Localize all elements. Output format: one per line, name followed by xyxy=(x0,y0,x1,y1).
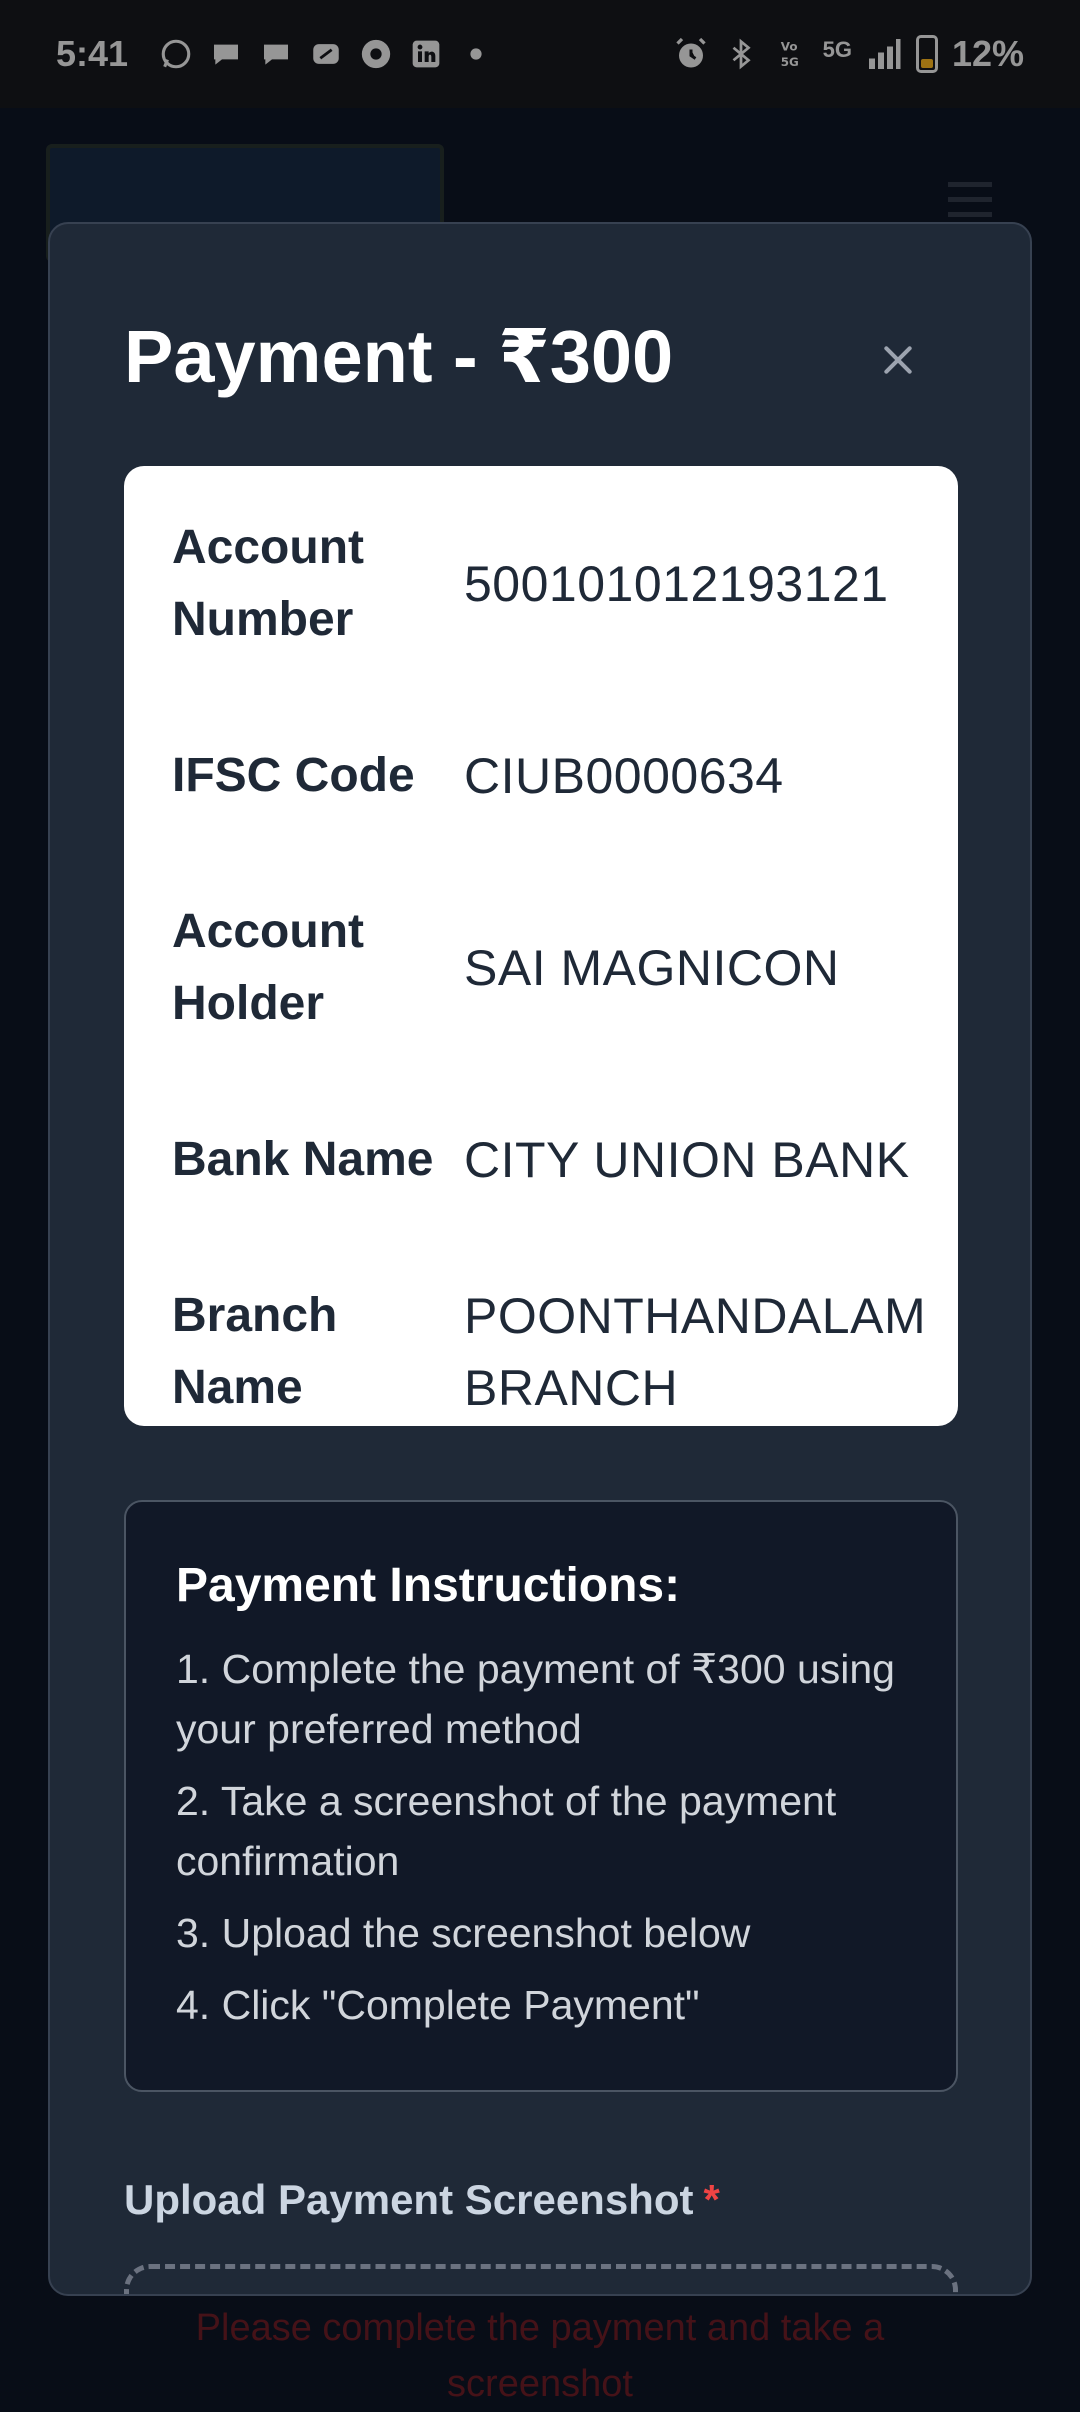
detail-value: CIUB0000634 xyxy=(464,748,784,804)
detail-value: 500101012193121 xyxy=(464,556,889,612)
instruction-item: 4. Click "Complete Payment" xyxy=(176,1982,700,2028)
detail-label: IFSC Code xyxy=(172,749,415,802)
upload-dropzone[interactable] xyxy=(124,2264,958,2294)
required-marker: * xyxy=(703,2176,720,2223)
detail-value: CITY UNION BANK xyxy=(464,1132,910,1188)
detail-row-ifsc-code: IFSC Code CIUB0000634 xyxy=(124,680,958,872)
instruction-item: 2. Take a screenshot of the payment conf… xyxy=(176,1778,837,1884)
close-button[interactable] xyxy=(870,332,926,388)
detail-label: Account Number xyxy=(172,521,364,646)
instructions-title: Payment Instructions: xyxy=(176,1559,681,1612)
detail-value: POONTHANDALAM BRANCH xyxy=(464,1288,927,1416)
instruction-item: 1. Complete the payment of ₹300 using yo… xyxy=(176,1646,895,1752)
detail-label: Bank Name xyxy=(172,1133,434,1186)
detail-label: Branch Name xyxy=(172,1289,338,1414)
detail-row-bank-name: Bank Name CITY UNION BANK xyxy=(124,1064,958,1256)
modal-title: Payment - ₹300 xyxy=(124,315,674,398)
close-icon xyxy=(884,346,912,374)
detail-value: SAI MAGNICON xyxy=(464,940,840,996)
upload-label: Upload Payment Screenshot * xyxy=(124,2176,720,2224)
detail-row-branch-name: Branch Name POONTHANDALAM BRANCH xyxy=(124,1256,958,1448)
bank-details-card: Account Number 500101012193121 IFSC Code… xyxy=(124,466,958,1426)
instructions-list: 1. Complete the payment of ₹300 using yo… xyxy=(176,1639,906,2035)
detail-row-account-number: Account Number 500101012193121 xyxy=(124,488,958,680)
detail-label: Account Holder xyxy=(172,905,364,1030)
upload-label-text: Upload Payment Screenshot xyxy=(124,2176,694,2223)
detail-row-account-holder: Account Holder SAI MAGNICON xyxy=(124,872,958,1064)
instruction-item: 3. Upload the screenshot below xyxy=(176,1910,751,1956)
payment-modal: Payment - ₹300 Account Number 5001010121… xyxy=(48,222,1032,2296)
payment-instructions: Payment Instructions: 1. Complete the pa… xyxy=(124,1500,958,2092)
